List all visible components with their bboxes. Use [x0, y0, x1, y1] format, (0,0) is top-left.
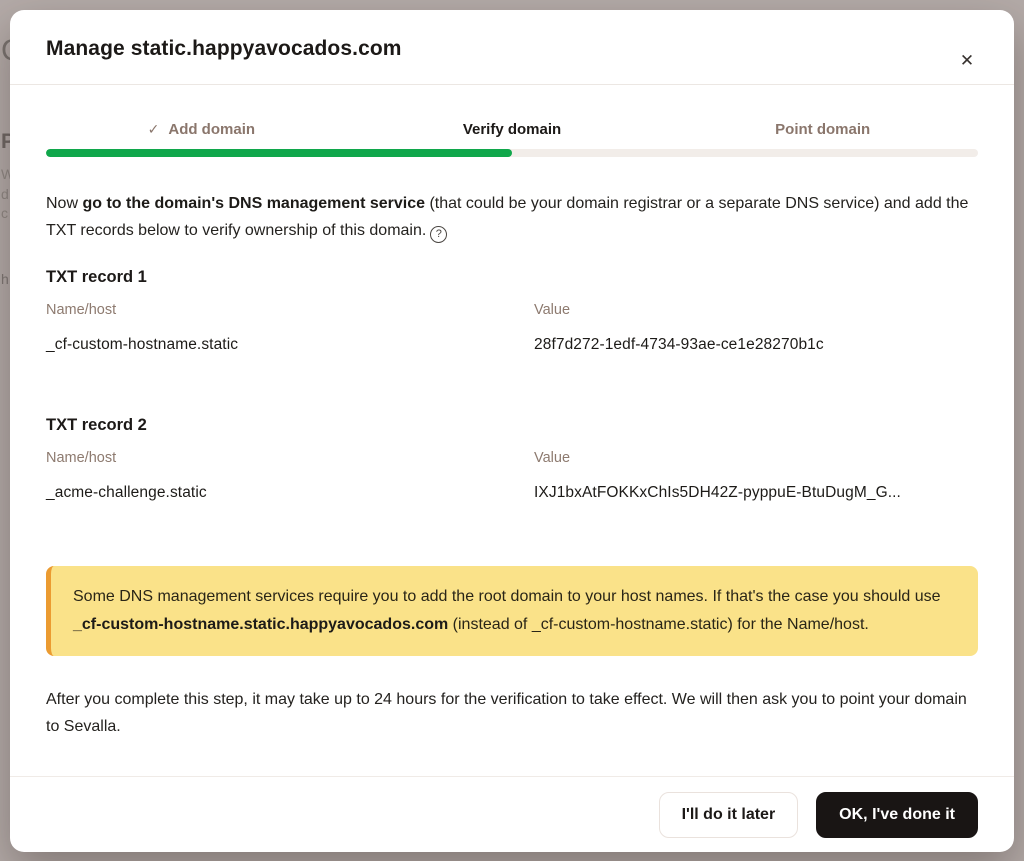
manage-domain-modal: Manage static.happyavocados.com ✕ ✓ Add …: [10, 10, 1014, 852]
txt-record-1: TXT record 1 Name/host _cf-custom-hostna…: [46, 268, 978, 354]
close-icon[interactable]: ✕: [954, 48, 980, 74]
value-label: Value: [534, 450, 978, 466]
intro-pre: Now: [46, 195, 82, 212]
modal-footer: I'll do it later OK, I've done it: [10, 776, 1014, 852]
dns-warning-callout: Some DNS management services require you…: [46, 566, 978, 656]
step-point-domain: Point domain: [667, 121, 978, 138]
backdrop-text: d: [1, 186, 9, 202]
backdrop-text: c: [1, 205, 8, 221]
name-host-label: Name/host: [46, 450, 534, 466]
name-host-value: _cf-custom-hostname.static: [46, 336, 534, 354]
modal-title: Manage static.happyavocados.com: [46, 37, 978, 61]
callout-post: (instead of _cf-custom-hostname.static) …: [448, 616, 869, 633]
intro-bold: go to the domain's DNS management servic…: [82, 195, 425, 212]
name-host-value: _acme-challenge.static: [46, 484, 534, 502]
txt-record-2: TXT record 2 Name/host _acme-challenge.s…: [46, 416, 978, 502]
backdrop-text: h: [1, 271, 9, 287]
help-icon[interactable]: ?: [430, 226, 447, 243]
step-label: Add domain: [168, 121, 255, 138]
progress-fill: [46, 149, 512, 157]
wizard-stepper: ✓ Add domain Verify domain Point domain: [46, 121, 978, 138]
intro-text: Now go to the domain's DNS management se…: [46, 190, 978, 244]
ok-done-button[interactable]: OK, I've done it: [816, 792, 978, 838]
step-label: Verify domain: [463, 121, 561, 138]
verification-footnote: After you complete this step, it may tak…: [46, 686, 978, 740]
value-value: IXJ1bxAtFOKKxChIs5DH42Z-pyppuE-BtuDugM_G…: [534, 484, 978, 502]
modal-header: Manage static.happyavocados.com ✕: [10, 10, 1014, 85]
step-label: Point domain: [775, 121, 870, 138]
do-it-later-button[interactable]: I'll do it later: [659, 792, 799, 838]
step-add-domain: ✓ Add domain: [46, 121, 357, 138]
name-host-label: Name/host: [46, 302, 534, 318]
callout-pre: Some DNS management services require you…: [73, 588, 941, 605]
value-value: 28f7d272-1edf-4734-93ae-ce1e28270b1c: [534, 336, 978, 354]
step-verify-domain: Verify domain: [357, 121, 668, 138]
record-title: TXT record 2: [46, 416, 978, 435]
modal-body: ✓ Add domain Verify domain Point domain …: [10, 85, 1014, 776]
check-icon: ✓: [148, 121, 160, 138]
callout-bold: _cf-custom-hostname.static.happyavocados…: [73, 616, 448, 633]
record-title: TXT record 1: [46, 268, 978, 287]
progress-bar: [46, 149, 978, 157]
value-label: Value: [534, 302, 978, 318]
page-backdrop: C P W d c h: [0, 0, 10, 861]
